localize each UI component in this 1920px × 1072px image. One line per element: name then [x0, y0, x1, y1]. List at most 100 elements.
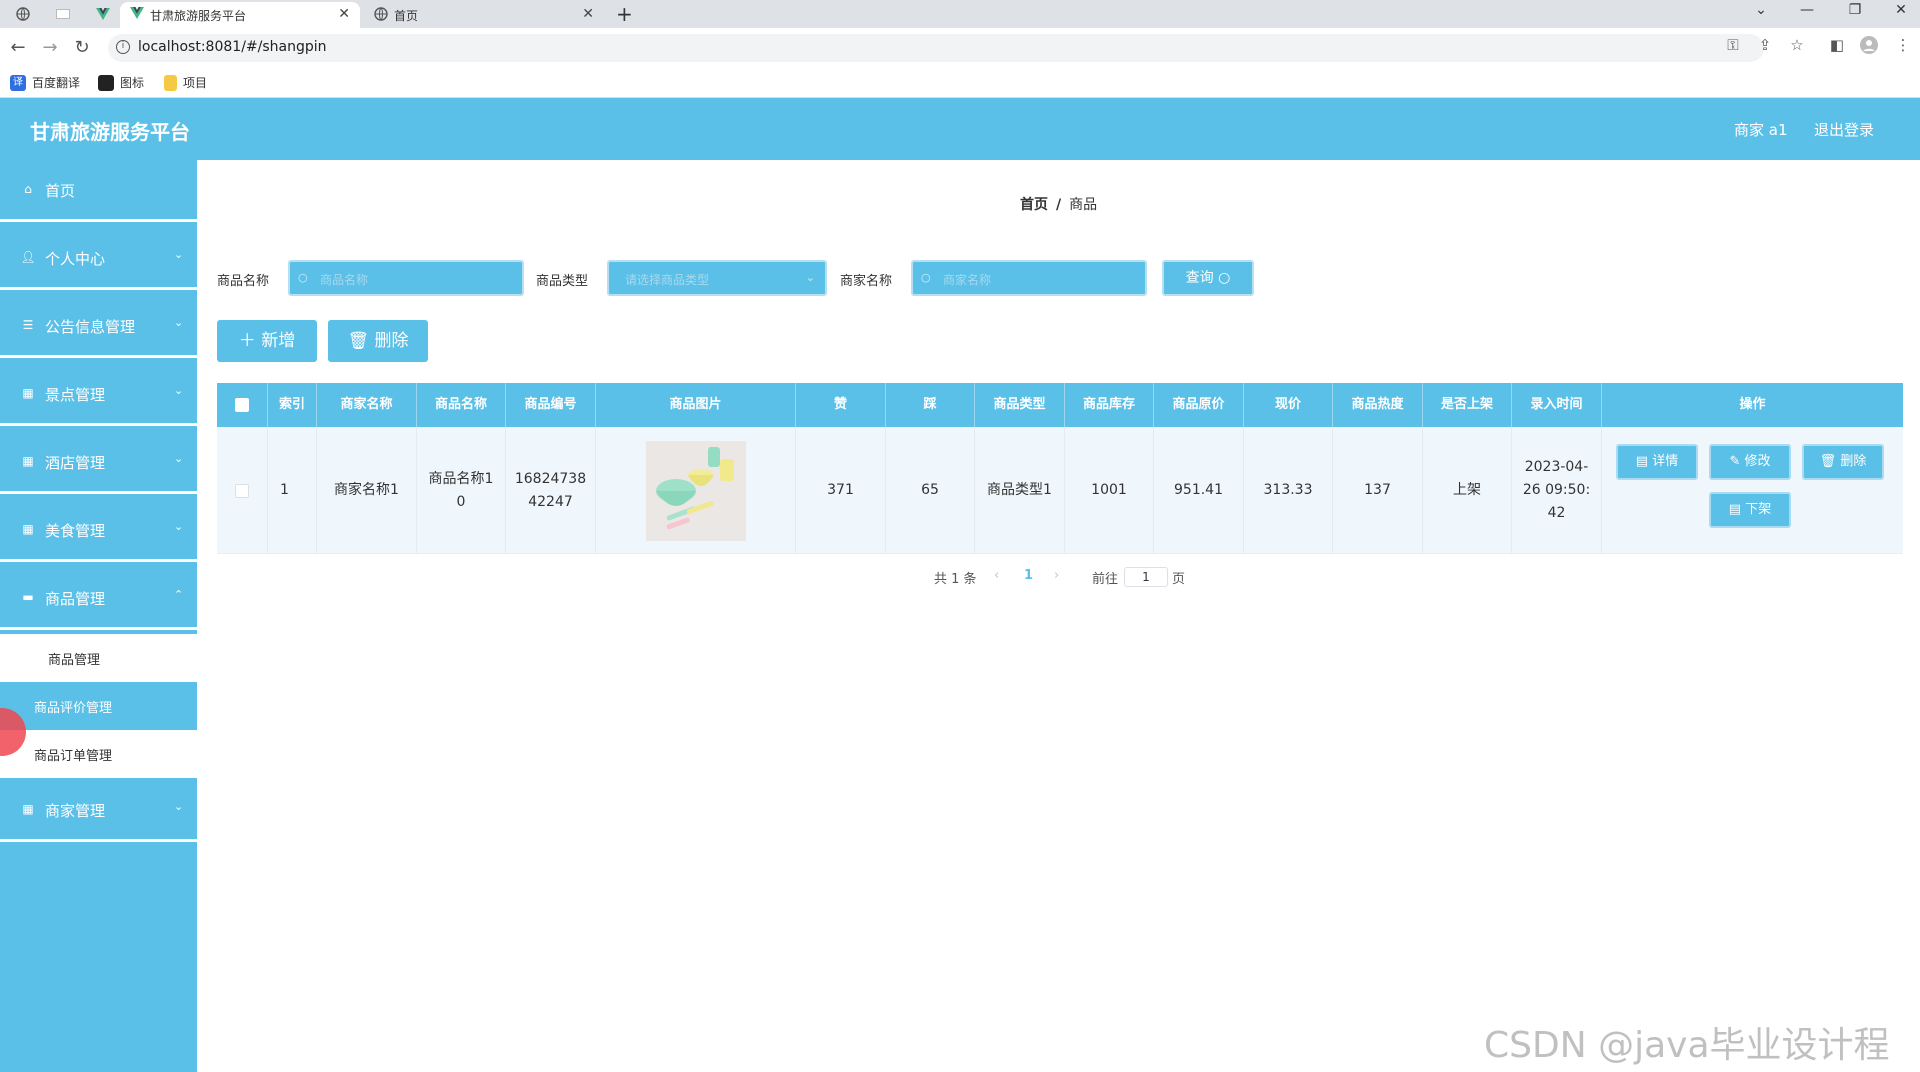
tab-title: 首页 [394, 8, 419, 23]
close-icon[interactable]: ✕ [338, 6, 350, 22]
breadcrumb-current: 商品 [1069, 197, 1098, 213]
table-row: 1 商家名称1 商品名称1 0 16824738 42247 371 65 商品… [217, 427, 1903, 554]
col-header[interactable]: 商品名称 [417, 383, 506, 427]
col-header[interactable]: 录入时间 [1512, 383, 1602, 427]
profile-icon[interactable] [1858, 36, 1880, 58]
offshelf-button[interactable]: ▤ 下架 [1709, 492, 1791, 528]
product-image[interactable] [645, 440, 746, 541]
col-header[interactable]: 商品库存 [1065, 383, 1154, 427]
sidebar-item-hotel[interactable]: ▦ 酒店管理 ⌄ [0, 432, 197, 494]
reload-icon[interactable]: ↻ [72, 37, 92, 58]
query-button[interactable]: 查询 ○ [1162, 260, 1254, 296]
trash-icon: 🗑︎ [347, 331, 370, 351]
back-icon[interactable]: ← [8, 37, 28, 58]
sidebar-item-goods[interactable]: ▬ 商品管理 ⌃ [0, 568, 197, 630]
goto-page-input[interactable]: 1 [1124, 567, 1168, 587]
key-icon[interactable]: ⚿ [1722, 36, 1744, 54]
detail-button[interactable]: ▤ 详情 [1616, 444, 1698, 480]
share-icon[interactable]: ⇪ [1754, 36, 1776, 54]
col-header[interactable]: 商品类型 [975, 383, 1065, 427]
new-tab-button[interactable]: + [616, 2, 633, 26]
col-header[interactable]: 商品原价 [1154, 383, 1244, 427]
submenu-item-goods-review[interactable]: 商品评价管理 [0, 682, 197, 730]
info-icon[interactable]: i [116, 40, 130, 54]
close-window-icon[interactable]: ✕ [1886, 2, 1916, 18]
tab-title: 甘肃旅游服务平台 [150, 8, 247, 23]
cell-image [596, 427, 796, 554]
next-page-icon[interactable]: › [1054, 568, 1059, 583]
submenu-item-goods[interactable]: 商品管理 [0, 634, 197, 682]
chevron-down-icon: ⌄ [174, 316, 184, 329]
col-header[interactable]: 索引 [268, 383, 317, 427]
col-header[interactable]: 赞 [796, 383, 886, 427]
col-header[interactable]: 是否上架 [1423, 383, 1512, 427]
submenu-item-goods-order[interactable]: 商品订单管理 [0, 730, 197, 778]
sidebar-item-personal[interactable]: 👤︎ 个人中心 ⌄ [0, 228, 197, 290]
blank-tab-icon[interactable] [52, 4, 74, 24]
row-checkbox[interactable] [235, 483, 249, 498]
globe-icon [374, 7, 388, 21]
restore-icon[interactable]: ❐ [1840, 2, 1870, 18]
col-header[interactable]: 现价 [1244, 383, 1333, 427]
cell-name: 商品名称1 0 [417, 427, 506, 554]
forward-icon[interactable]: → [40, 37, 60, 58]
edit-button[interactable]: ✎ 修改 [1709, 444, 1791, 480]
select-all-checkbox[interactable] [235, 398, 249, 412]
current-user[interactable]: 商家 a1 [1734, 119, 1788, 140]
url-field[interactable]: i localhost:8081/#/shangpin [108, 34, 1764, 62]
cell-price: 313.33 [1244, 427, 1333, 554]
batch-delete-button[interactable]: 🗑︎ 删除 [328, 320, 428, 362]
goods-name-input[interactable]: ○ 商品名称 [288, 260, 524, 296]
prev-page-icon[interactable]: ‹ [994, 568, 999, 583]
sidepanel-icon[interactable]: ◧ [1826, 36, 1848, 54]
col-header: 操作 [1739, 397, 1766, 412]
grid-icon: ▦ [22, 454, 34, 468]
address-bar: ← → ↻ i localhost:8081/#/shangpin ⚿ ⇪ ☆ … [0, 28, 1920, 68]
tab-active[interactable]: 甘肃旅游服务平台 ✕ [120, 2, 360, 28]
delete-row-button[interactable]: 🗑︎ 删除 [1802, 444, 1884, 480]
bookmark-fanyi[interactable]: 译 百度翻译 [10, 74, 80, 91]
breadcrumb: 首页 / 商品 [1020, 197, 1098, 213]
app-header: 甘肃旅游服务平台 商家 a1 退出登录 [0, 98, 1920, 160]
bookmark-icons[interactable]: 图标 [98, 74, 144, 91]
col-header[interactable]: 商品编号 [506, 383, 596, 427]
page-number-current[interactable]: 1 [1024, 568, 1033, 583]
minimize-icon[interactable]: — [1792, 2, 1822, 18]
logout-link[interactable]: 退出登录 [1814, 119, 1874, 140]
cell-merchant: 商家名称1 [317, 427, 417, 554]
col-header[interactable]: 商品图片 [596, 383, 796, 427]
close-icon[interactable]: ✕ [582, 6, 594, 22]
vue-logo-icon[interactable] [92, 4, 114, 24]
menu-dots-icon[interactable]: ⋮ [1892, 36, 1914, 54]
chevron-down-icon: ⌄ [174, 248, 184, 261]
cell-likes: 371 [796, 427, 886, 554]
col-header[interactable]: 商家名称 [317, 383, 417, 427]
chevron-down-icon: ⌄ [174, 452, 184, 465]
goods-submenu: 商品管理 商品评价管理 商品订单管理 [0, 634, 197, 778]
sidebar-item-merchant[interactable]: ▦ 商家管理 ⌄ [0, 780, 197, 842]
sidebar-item-food[interactable]: ▦ 美食管理 ⌄ [0, 500, 197, 562]
add-button[interactable]: ＋ 新增 [217, 320, 317, 362]
col-header[interactable]: 商品热度 [1333, 383, 1423, 427]
list-icon: ☰ [22, 318, 34, 332]
col-header[interactable]: 踩 [886, 383, 975, 427]
sidebar-item-home[interactable]: ⌂ 首页 [0, 160, 197, 222]
cell-index: 1 [268, 427, 317, 554]
merchant-name-input[interactable]: ○ 商家名称 [911, 260, 1147, 296]
goto-label: 前往 [1092, 572, 1119, 587]
chevron-down-icon: ⌄ [174, 520, 184, 533]
goods-type-select[interactable]: 请选择商品类型 ⌄ [607, 260, 827, 296]
app-title: 甘肃旅游服务平台 [30, 120, 190, 144]
cell-dislikes: 65 [886, 427, 975, 554]
cell-original-price: 951.41 [1154, 427, 1244, 554]
bookmark-project[interactable]: 项目 [164, 74, 207, 91]
chevron-down-icon[interactable]: ⌄ [1746, 2, 1776, 18]
tab-home[interactable]: 首页 ✕ [364, 2, 604, 28]
sidebar-item-scenic[interactable]: ▦ 景点管理 ⌄ [0, 364, 197, 426]
star-icon[interactable]: ☆ [1786, 36, 1808, 54]
select-all-cell [217, 383, 268, 427]
sidebar-item-notice[interactable]: ☰ 公告信息管理 ⌄ [0, 296, 197, 358]
breadcrumb-home[interactable]: 首页 [1020, 197, 1048, 213]
watermark: CSDN @java毕业设计程序 [1484, 1025, 1890, 1066]
globe-icon[interactable] [12, 4, 34, 24]
